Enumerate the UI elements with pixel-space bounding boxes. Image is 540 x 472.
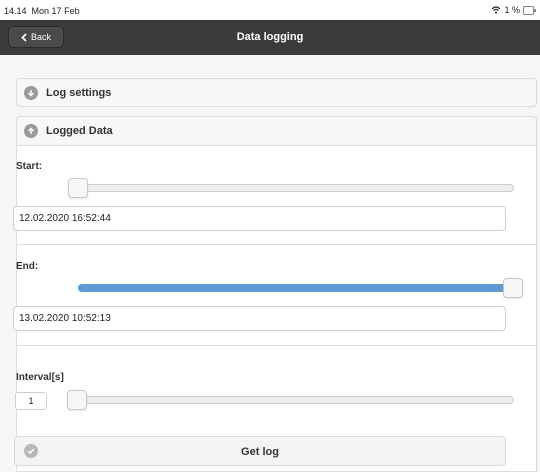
log-settings-header[interactable]: Log settings	[16, 78, 537, 107]
interval-slider-track[interactable]	[68, 396, 514, 404]
interval-label: Interval[s]	[16, 372, 64, 383]
end-label: End:	[16, 261, 39, 272]
end-slider-thumb[interactable]	[503, 278, 523, 298]
wifi-icon	[492, 6, 501, 14]
status-time: 14.14 Mon 17 Feb	[4, 6, 80, 16]
get-log-button[interactable]: Get log	[14, 436, 506, 466]
get-log-label: Get log	[241, 446, 279, 458]
logged-data-header[interactable]: Logged Data	[16, 116, 537, 146]
interval-value-field[interactable]: 1	[15, 392, 47, 410]
logged-data-label: Logged Data	[46, 125, 113, 137]
divider	[16, 345, 537, 346]
status-right: 1 %	[491, 5, 536, 15]
page-title: Data logging	[236, 31, 304, 43]
log-settings-label: Log settings	[46, 86, 112, 99]
start-slider-track[interactable]	[70, 184, 514, 192]
status-bar: 14.14 Mon 17 Feb 1 %	[0, 0, 540, 20]
divider	[16, 244, 537, 245]
end-slider-fill	[78, 284, 506, 292]
arrow-up-circle-icon	[24, 124, 38, 138]
start-label: Start:	[16, 161, 43, 172]
start-slider-thumb[interactable]	[68, 178, 88, 198]
battery-icon	[523, 5, 536, 15]
start-datetime-field[interactable]: 12.02.2020 16:52:44	[13, 206, 506, 231]
arrow-down-circle-icon	[24, 85, 38, 100]
nav-bar: Back Data logging	[0, 20, 540, 55]
end-datetime-field[interactable]: 13.02.2020 10:52:13	[13, 306, 506, 331]
interval-slider-thumb[interactable]	[67, 390, 87, 410]
battery-percent: 1 %	[504, 5, 520, 15]
